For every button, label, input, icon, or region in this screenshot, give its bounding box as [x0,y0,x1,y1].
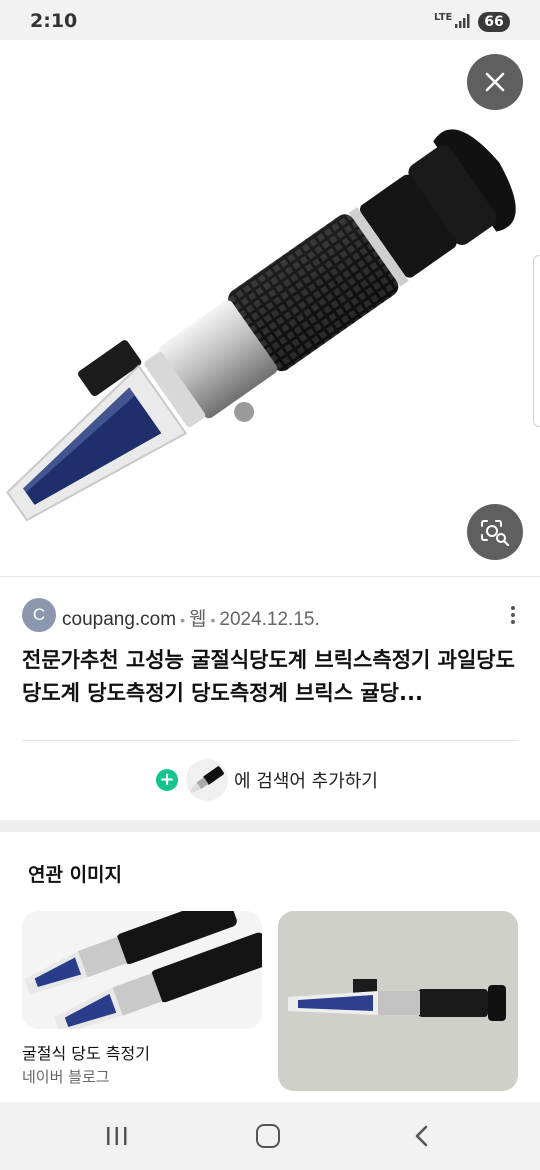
divider [22,740,518,741]
recent-apps-button[interactable] [105,1124,129,1148]
more-icon-dot [511,613,515,617]
add-search-label: 에 검색어 추가하기 [234,771,378,792]
related-image-source: 네이버 블로그 [22,1068,110,1086]
divider [0,576,540,577]
separator-dot: • [180,612,185,628]
site-favicon: C [22,598,56,632]
lens-search-icon [481,520,510,546]
battery-indicator: 66 [478,12,510,32]
source-type: 웹 [188,609,207,630]
add-to-search-button[interactable]: + 에 검색어 추가하기 [156,758,378,802]
related-image-card[interactable] [278,911,518,1091]
network-indicator: LTE [434,12,453,23]
source-domain[interactable]: coupang.com [62,609,176,630]
back-button[interactable] [410,1124,434,1148]
close-icon [485,72,505,92]
separator-dot: • [210,612,216,628]
search-thumbnail [186,759,228,801]
related-images-heading: 연관 이미지 [28,864,123,886]
status-bar: 2:10 LTE 66 [0,0,540,40]
more-icon-dot [511,606,515,610]
result-title[interactable]: 전문가추천 고성능 굴절식당도계 브릭스측정기 과일당도 당도계 당도측정기 당… [22,644,522,710]
related-image-2 [278,911,518,1091]
plus-icon: + [156,769,178,791]
source-date: 2024.12.15. [219,609,320,630]
related-image-card[interactable] [22,911,262,1029]
source-row[interactable]: C coupang.com • 웹 • 2024.12.15. [22,598,522,634]
signal-icon [455,14,470,28]
home-button[interactable] [256,1124,280,1148]
refractometer-thumbnail [190,766,224,794]
refractometer-image [6,129,516,522]
side-scroll-handle[interactable] [533,255,540,427]
more-icon-dot [511,620,515,624]
hero-image[interactable] [0,40,540,576]
related-image-1 [24,911,262,1029]
section-separator [0,820,540,832]
more-options-button[interactable] [506,604,520,628]
lens-search-button[interactable] [467,504,523,560]
related-image-title[interactable]: 굴절식 당도 측정기 [22,1040,150,1064]
close-button[interactable] [467,54,523,110]
status-time: 2:10 [30,10,78,32]
source-info[interactable]: coupang.com • 웹 • 2024.12.15. [62,604,320,631]
navigation-bar [0,1102,540,1170]
